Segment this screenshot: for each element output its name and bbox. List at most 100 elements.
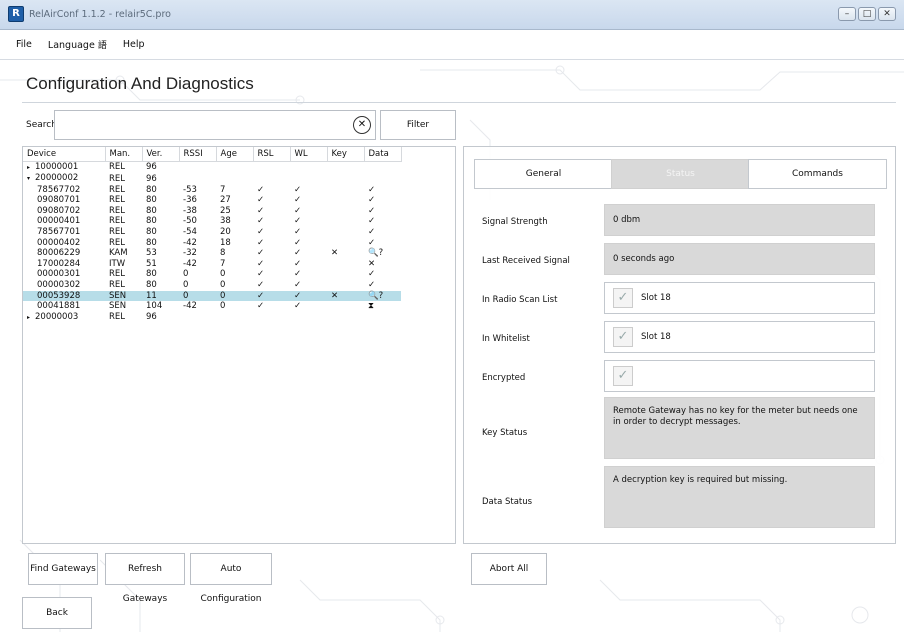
- header-rssi[interactable]: RSSI: [179, 147, 217, 162]
- expand-right-icon[interactable]: ▸: [27, 313, 35, 324]
- cell-age: 0: [220, 301, 226, 312]
- table-row[interactable]: 17000284 ITW 51 -42 7 ✓ ✓ ✕: [23, 259, 401, 270]
- cell-manufacturer: REL: [109, 195, 126, 206]
- tab-commands[interactable]: Commands: [748, 159, 887, 189]
- device-id-text: 17000284: [37, 258, 81, 269]
- cell-rssi: 0: [183, 269, 189, 280]
- table-row[interactable]: ▸ 10000001 REL 96: [23, 161, 401, 173]
- search-label: Search: [26, 120, 57, 130]
- table-row[interactable]: 00000402 REL 80 -42 18 ✓ ✓ ✓: [23, 238, 401, 249]
- cell-key-status: ✕: [327, 290, 364, 302]
- cell-data-status: ✓: [368, 237, 376, 248]
- table-row[interactable]: 78567702 REL 80 -53 7 ✓ ✓ ✓: [23, 185, 401, 196]
- cell-key-status: [327, 161, 364, 173]
- cell-rsl: ✓: [257, 269, 265, 280]
- radio-scan-slot: Slot 18: [641, 293, 671, 303]
- header-manufacturer[interactable]: Man.: [105, 147, 143, 162]
- cell-key-status: [327, 173, 364, 185]
- tab-status[interactable]: Status: [611, 159, 750, 189]
- cell-manufacturer: REL: [109, 216, 126, 227]
- cell-data-status: ✓: [368, 195, 376, 206]
- cell-age: 27: [220, 195, 231, 206]
- header-rsl[interactable]: RSL: [253, 147, 291, 162]
- device-list-panel[interactable]: Device Man. Ver. RSSI Age RSL WL Key Dat…: [22, 146, 456, 544]
- cell-data-status: ✓: [368, 184, 376, 195]
- cell-key-status: [327, 238, 364, 249]
- find-gateways-button[interactable]: Find Gateways: [28, 553, 98, 585]
- whitelist-checkbox[interactable]: ✓: [613, 326, 633, 347]
- signal-strength-value: 0 dbm: [604, 204, 875, 236]
- header-wl[interactable]: WL: [290, 147, 328, 162]
- cell-age: 0: [220, 280, 226, 291]
- header-age[interactable]: Age: [216, 147, 254, 162]
- cell-data-status: ✓: [368, 227, 376, 238]
- close-icon[interactable]: ✕: [878, 7, 896, 21]
- cell-manufacturer: REL: [109, 162, 126, 172]
- table-row[interactable]: 78567701 REL 80 -54 20 ✓ ✓ ✓: [23, 227, 401, 238]
- data-status-label: Data Status: [482, 497, 533, 507]
- encrypted-checkbox[interactable]: ✓: [613, 365, 633, 386]
- table-row[interactable]: ▾ 20000002 REL 96: [23, 173, 401, 185]
- cell-device-id: ▸ 20000003: [23, 312, 105, 324]
- table-row[interactable]: 00000301 REL 80 0 0 ✓ ✓ ✓: [23, 269, 401, 280]
- abort-all-button[interactable]: Abort All: [471, 553, 547, 585]
- cell-wl: ✓: [294, 227, 302, 238]
- table-row[interactable]: 00000302 REL 80 0 0 ✓ ✓ ✓: [23, 280, 401, 291]
- device-id-text: 00000401: [37, 216, 81, 227]
- menu-language[interactable]: Language 語: [48, 38, 107, 51]
- back-button[interactable]: Back: [22, 597, 92, 629]
- minimize-icon[interactable]: –: [838, 7, 856, 21]
- menu-help[interactable]: Help: [123, 39, 145, 50]
- cell-rsl: ✓: [257, 205, 265, 216]
- table-row[interactable]: 80006229 KAM 53 -32 8 ✓ ✓ ✕ 🔍?: [23, 248, 401, 259]
- cell-version: 53: [146, 248, 157, 259]
- cell-key-status: [327, 206, 364, 217]
- cell-rsl: ✓: [253, 290, 290, 302]
- page-title: Configuration And Diagnostics: [26, 74, 254, 93]
- auto-configuration-button[interactable]: Auto Configuration: [190, 553, 272, 604]
- cell-device-id: 09080702: [23, 206, 105, 217]
- table-row[interactable]: ▸ 20000003 REL 96: [23, 312, 401, 324]
- filter-button[interactable]: Filter: [380, 110, 456, 140]
- cell-version: 80: [146, 184, 157, 195]
- cell-device-id: 00000301: [23, 269, 105, 280]
- cell-device-id: 78567702: [23, 185, 105, 196]
- menu-file[interactable]: File: [16, 39, 32, 50]
- cell-device-id: 80006229: [23, 248, 105, 259]
- cell-key-status: [327, 301, 364, 312]
- table-row[interactable]: 00053928 SEN 11 0 0 ✓ ✓ ✕ 🔍?: [23, 290, 401, 302]
- data-status-value: A decryption key is required but missing…: [604, 466, 875, 528]
- expand-right-icon[interactable]: ▸: [27, 163, 35, 174]
- header-device[interactable]: Device: [23, 147, 106, 162]
- whitelist-field: ✓ Slot 18: [604, 321, 875, 353]
- table-row[interactable]: 00000401 REL 80 -50 38 ✓ ✓ ✓: [23, 216, 401, 227]
- clear-search-icon[interactable]: ✕: [353, 116, 371, 134]
- cell-age: [216, 173, 253, 185]
- header-data[interactable]: Data: [364, 147, 402, 162]
- cell-wl: ✓: [294, 195, 302, 206]
- cell-data-status: 🔍?: [364, 290, 401, 302]
- header-key[interactable]: Key: [327, 147, 365, 162]
- device-id-text: 78567702: [37, 184, 81, 195]
- cell-data-status: ✕: [368, 258, 376, 269]
- cell-version: 104: [146, 301, 163, 312]
- cell-rssi: -42: [183, 237, 197, 248]
- table-row[interactable]: 09080702 REL 80 -38 25 ✓ ✓ ✓: [23, 206, 401, 217]
- expand-down-icon[interactable]: ▾: [27, 174, 35, 185]
- header-version[interactable]: Ver.: [142, 147, 180, 162]
- device-id-text: 10000001: [35, 161, 79, 172]
- cell-age: [216, 161, 253, 173]
- cell-manufacturer: REL: [109, 237, 126, 248]
- whitelist-label: In Whitelist: [482, 334, 530, 344]
- cell-version: 80: [146, 269, 157, 280]
- app-icon[interactable]: R: [8, 6, 24, 22]
- cell-rsl: ✓: [257, 248, 265, 259]
- maximize-icon[interactable]: □: [858, 7, 876, 21]
- search-input[interactable]: [54, 110, 376, 140]
- table-row[interactable]: 00041881 SEN 104 -42 0 ✓ ✓ ⧗: [23, 301, 401, 312]
- refresh-gateways-button[interactable]: Refresh Gateways: [105, 553, 185, 604]
- device-id-text: 78567701: [37, 227, 81, 238]
- radio-scan-checkbox[interactable]: ✓: [613, 287, 633, 308]
- table-row[interactable]: 09080701 REL 80 -36 27 ✓ ✓ ✓: [23, 195, 401, 206]
- tab-general[interactable]: General: [474, 159, 613, 189]
